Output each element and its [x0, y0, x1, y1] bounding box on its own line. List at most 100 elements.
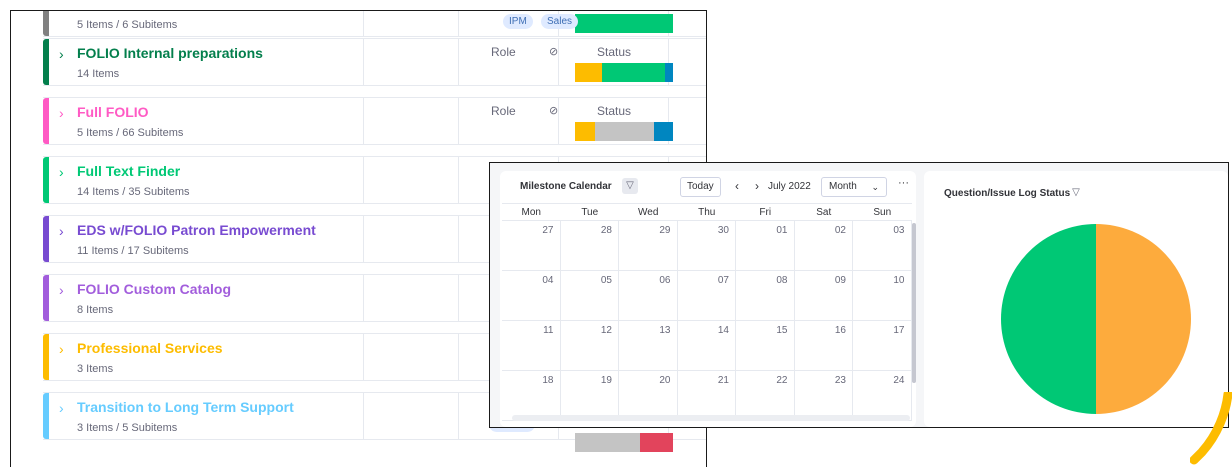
day-number: 18 [542, 375, 554, 386]
calendar-day-cell[interactable]: 19 [560, 371, 619, 421]
chevron-right-icon[interactable]: › [59, 223, 64, 239]
day-header: Wed [619, 203, 678, 221]
calendar-day-cell[interactable]: 20 [619, 371, 678, 421]
day-number: 11 [543, 325, 554, 336]
status-pie-chart [1001, 224, 1191, 414]
group-row[interactable]: › FOLIO Internal preparations 14 Items Role… [43, 38, 706, 86]
calendar-day-cell[interactable]: 28 [560, 221, 619, 271]
chevron-down-icon: ⌄ [871, 182, 879, 192]
tag-chip[interactable]: IPM [503, 14, 533, 29]
calendar-day-cell[interactable]: 27 [502, 221, 561, 271]
status-battery-bar[interactable] [575, 122, 673, 141]
day-number: 06 [659, 275, 671, 286]
group-summary: 14 Items [77, 68, 120, 80]
calendar-day-cell[interactable]: 11 [502, 321, 561, 371]
group-summary: 5 Items / 66 Subitems [77, 127, 184, 139]
calendar-day-cell[interactable]: 15 [736, 321, 795, 371]
tag-chip[interactable]: Sales [541, 14, 579, 29]
calendar-view-select[interactable]: Month ⌄ [821, 177, 887, 197]
group-name[interactable]: FOLIO Custom Catalog [77, 281, 231, 297]
day-number: 27 [542, 225, 554, 236]
day-header: Mon [502, 203, 561, 221]
day-header: Sat [794, 203, 853, 221]
status-segment [575, 63, 603, 82]
status-battery-bar[interactable] [575, 63, 673, 82]
calendar-day-cell[interactable]: 16 [794, 321, 853, 371]
group-name[interactable]: EDS w/FOLIO Patron Empowerment [77, 222, 316, 238]
column-divider [458, 39, 459, 85]
status-widget-title: Question/Issue Log Status [944, 188, 1071, 199]
eye-icon[interactable]: ⊘ [549, 104, 558, 117]
chevron-right-icon[interactable]: › [59, 164, 64, 180]
status-segment [575, 14, 673, 33]
status-battery-bar[interactable] [575, 14, 673, 33]
chevron-right-icon[interactable]: › [59, 400, 64, 416]
chevron-right-icon[interactable]: › [59, 105, 64, 121]
group-name[interactable]: Professional Services [77, 340, 223, 356]
group-row[interactable]: 5 Items / 6 Subitems IPM Sales [43, 11, 706, 37]
column-divider [458, 275, 459, 321]
role-column-header: Role [491, 104, 516, 118]
calendar-day-cell[interactable]: 03 [853, 221, 912, 271]
calendar-day-cell[interactable]: 29 [619, 221, 678, 271]
milestone-calendar-widget: Milestone Calendar ▽ Today ‹ › July 2022… [500, 171, 916, 427]
calendar-day-cell[interactable]: 01 [736, 221, 795, 271]
calendar-day-cell[interactable]: 30 [677, 221, 736, 271]
calendar-day-cell[interactable]: 10 [853, 271, 912, 321]
filter-icon[interactable]: ▽ [1068, 185, 1084, 201]
calendar-day-cell[interactable]: 07 [677, 271, 736, 321]
status-segment [639, 433, 673, 452]
calendar-day-cell[interactable]: 21 [677, 371, 736, 421]
chevron-right-icon[interactable]: › [59, 282, 64, 298]
next-month-icon[interactable]: › [750, 179, 764, 193]
chevron-right-icon[interactable]: › [59, 341, 64, 357]
more-options-button[interactable]: ··· [898, 177, 909, 189]
group-summary: 11 Items / 17 Subitems [77, 245, 189, 257]
status-segment [575, 433, 640, 452]
calendar-day-cell[interactable]: 23 [794, 371, 853, 421]
calendar-day-cell[interactable]: 06 [619, 271, 678, 321]
pie-slice[interactable] [1001, 224, 1096, 414]
day-number: 14 [717, 325, 729, 336]
calendar-day-cell[interactable]: 22 [736, 371, 795, 421]
calendar-day-cell[interactable]: 17 [853, 321, 912, 371]
calendar-day-cell[interactable]: 13 [619, 321, 678, 371]
prev-month-icon[interactable]: ‹ [730, 179, 744, 193]
calendar-day-cell[interactable]: 18 [502, 371, 561, 421]
day-number: 09 [834, 275, 846, 286]
calendar-day-cell[interactable]: 24 [853, 371, 912, 421]
calendar-day-cell[interactable]: 09 [794, 271, 853, 321]
filter-icon[interactable]: ▽ [622, 178, 638, 194]
calendar-day-cell[interactable]: 05 [560, 271, 619, 321]
day-number: 08 [776, 275, 788, 286]
calendar-day-cell[interactable]: 04 [502, 271, 561, 321]
status-battery-bar[interactable] [575, 433, 673, 452]
group-name[interactable]: FOLIO Internal preparations [77, 45, 263, 61]
group-row[interactable]: › Full FOLIO 5 Items / 66 Subitems Role ⊘ Sta… [43, 97, 706, 145]
day-number: 10 [893, 275, 905, 286]
group-summary: 14 Items / 35 Subitems [77, 186, 190, 198]
day-number: 05 [600, 275, 612, 286]
day-number: 07 [717, 275, 729, 286]
group-name[interactable]: Full Text Finder [77, 163, 180, 179]
status-column-header: Status [597, 45, 632, 59]
decorative-swoosh [1190, 392, 1232, 465]
day-header: Thu [677, 203, 736, 221]
group-name[interactable]: Transition to Long Term Support [77, 399, 294, 415]
today-button[interactable]: Today [680, 177, 721, 197]
pie-slice[interactable] [1096, 224, 1191, 414]
calendar-scrollbar[interactable] [912, 223, 916, 383]
eye-icon[interactable]: ⊘ [549, 45, 558, 58]
calendar-day-cell[interactable]: 02 [794, 221, 853, 271]
calendar-horizontal-scrollbar[interactable] [512, 415, 910, 421]
group-color-bar [43, 98, 49, 144]
column-divider [458, 157, 459, 203]
day-number: 24 [893, 375, 905, 386]
calendar-day-cell[interactable]: 08 [736, 271, 795, 321]
group-name[interactable]: Full FOLIO [77, 104, 149, 120]
calendar-day-cell[interactable]: 14 [677, 321, 736, 371]
group-summary: 8 Items [77, 304, 114, 316]
status-segment [594, 122, 655, 141]
calendar-day-cell[interactable]: 12 [560, 321, 619, 371]
chevron-right-icon[interactable]: › [59, 46, 64, 62]
